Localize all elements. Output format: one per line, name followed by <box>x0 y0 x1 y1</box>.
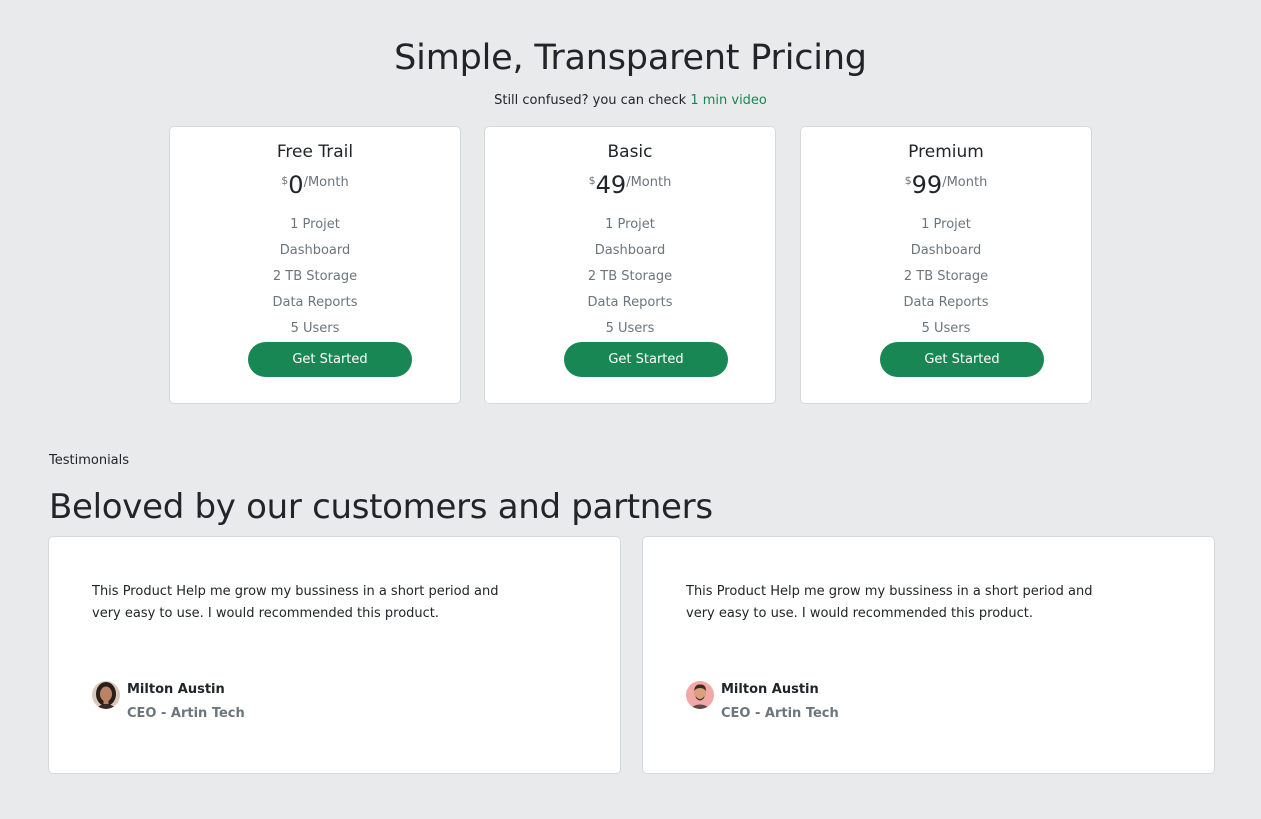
price-period: /Month <box>303 175 349 190</box>
feature-item: Dashboard <box>594 243 666 258</box>
feature-list: 1 Projet Dashboard 2 TB Storage Data Rep… <box>485 212 775 342</box>
plan-name: Free Trail <box>276 142 354 162</box>
price-amount: 99 <box>911 171 943 199</box>
feature-item: Data Reports <box>903 295 989 310</box>
price-currency: $ <box>588 174 596 187</box>
testimonial-quote: This Product Help me grow my bussiness i… <box>686 584 1093 621</box>
feature-item: 5 Users <box>290 321 340 336</box>
get-started-button[interactable]: Get Started <box>564 342 728 377</box>
man-avatar-icon <box>686 681 714 709</box>
feature-item: 1 Projet <box>605 217 655 232</box>
testimonial-card: This Product Help me grow my bussiness i… <box>642 536 1215 774</box>
author-name: Milton Austin <box>127 682 225 697</box>
get-started-button[interactable]: Get Started <box>880 342 1044 377</box>
plan-name: Premium <box>908 142 984 162</box>
feature-item: 5 Users <box>921 321 971 336</box>
plan-card-premium: Premium $99/Month 1 Projet Dashboard 2 T… <box>800 126 1092 404</box>
price-amount: 0 <box>288 171 304 199</box>
testimonial-card: This Product Help me grow my bussiness i… <box>48 536 621 774</box>
testimonials-title: Beloved by our customers and partners <box>49 487 713 527</box>
get-started-button[interactable]: Get Started <box>248 342 412 377</box>
pricing-title: Simple, Transparent Pricing <box>394 38 867 78</box>
feature-item: 2 TB Storage <box>903 269 989 284</box>
feature-item: Data Reports <box>587 295 673 310</box>
pricing-subtitle-text: Still confused? you can check <box>494 93 691 108</box>
price-currency: $ <box>904 174 912 187</box>
pricing-subtitle: Still confused? you can check 1 min vide… <box>0 93 1261 108</box>
feature-item: Data Reports <box>272 295 358 310</box>
testimonials-eyebrow: Testimonials <box>49 453 130 468</box>
plan-card-basic: Basic $49/Month 1 Projet Dashboard 2 TB … <box>484 126 776 404</box>
testimonial-quote: This Product Help me grow my bussiness i… <box>92 584 499 621</box>
plan-price: $0/Month <box>170 171 460 199</box>
plan-price: $99/Month <box>801 171 1091 199</box>
feature-list: 1 Projet Dashboard 2 TB Storage Data Rep… <box>170 212 460 342</box>
plan-price: $49/Month <box>485 171 775 199</box>
feature-item: 2 TB Storage <box>272 269 358 284</box>
price-period: /Month <box>942 175 988 190</box>
plan-card-free-trail: Free Trail $0/Month 1 Projet Dashboard 2… <box>169 126 461 404</box>
price-currency: $ <box>281 174 289 187</box>
feature-item: 2 TB Storage <box>587 269 673 284</box>
price-period: /Month <box>626 175 672 190</box>
feature-list: 1 Projet Dashboard 2 TB Storage Data Rep… <box>801 212 1091 342</box>
woman-avatar-icon <box>92 681 120 709</box>
author-name: Milton Austin <box>721 682 819 697</box>
feature-item: 5 Users <box>605 321 655 336</box>
plan-name: Basic <box>607 142 653 162</box>
price-amount: 49 <box>595 171 627 199</box>
feature-item: Dashboard <box>279 243 351 258</box>
feature-item: 1 Projet <box>921 217 971 232</box>
author-role: CEO - Artin Tech <box>721 706 839 721</box>
video-link[interactable]: 1 min video <box>690 93 767 108</box>
author-role: CEO - Artin Tech <box>127 706 245 721</box>
feature-item: 1 Projet <box>290 217 340 232</box>
feature-item: Dashboard <box>910 243 982 258</box>
